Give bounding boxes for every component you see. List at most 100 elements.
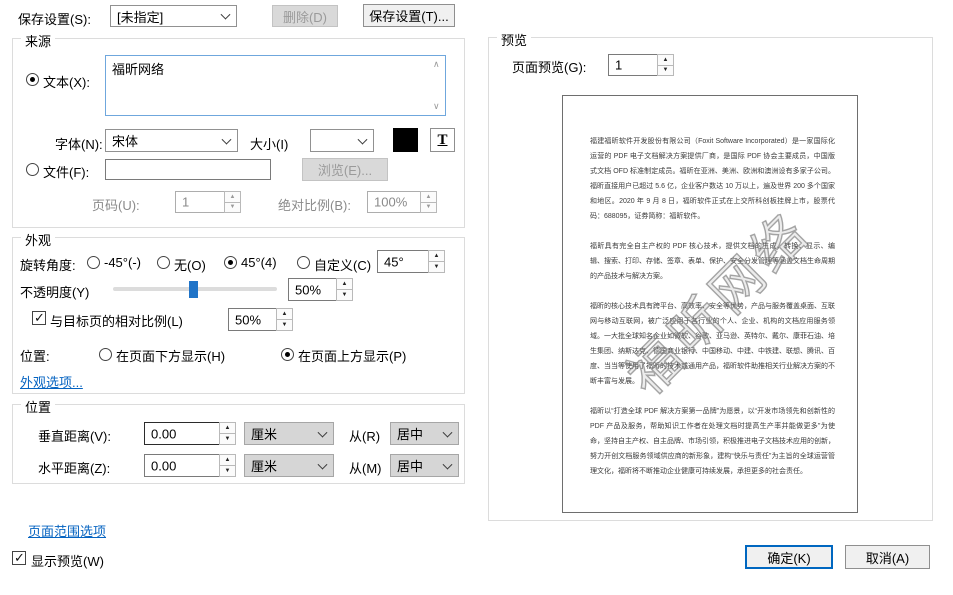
vertical-from-label: 从(R) bbox=[349, 426, 380, 445]
ok-button[interactable]: 确定(K) bbox=[745, 545, 833, 569]
spin-down-icon[interactable] bbox=[657, 66, 674, 77]
absolute-scale-label: 绝对比例(B): bbox=[278, 195, 351, 214]
spin-down-icon[interactable] bbox=[224, 203, 241, 214]
preset-value: [未指定] bbox=[117, 7, 163, 26]
show-preview-checkbox[interactable] bbox=[12, 551, 26, 565]
horizontal-from-select[interactable]: 居中 bbox=[390, 454, 459, 477]
chevron-down-icon bbox=[221, 10, 231, 20]
page-preview-spinner[interactable]: 1 bbox=[608, 54, 674, 76]
rotation-angle-spinner[interactable]: 45° bbox=[377, 250, 445, 273]
appearance-options-link[interactable]: 外观选项... bbox=[20, 372, 83, 391]
opacity-value: 50% bbox=[295, 282, 321, 297]
page-number-label: 页码(U): bbox=[92, 195, 140, 214]
watermark-text-input[interactable]: 福昕网络 ∧ ∨ bbox=[105, 55, 446, 116]
absolute-scale-spinner[interactable]: 100% bbox=[367, 191, 437, 213]
rotation-minus45-radio[interactable] bbox=[87, 256, 100, 269]
spin-up-icon[interactable] bbox=[336, 278, 353, 290]
radio-dot-icon bbox=[30, 77, 35, 82]
file-radio-label: 文件(F): bbox=[43, 162, 89, 181]
relative-scale-checkbox[interactable] bbox=[32, 311, 46, 325]
rotation-minus45-label: -45°(-) bbox=[104, 255, 141, 270]
position-legend: 位置 bbox=[21, 397, 55, 416]
horizontal-from-value: 居中 bbox=[397, 456, 423, 475]
rotation-45-radio[interactable] bbox=[224, 256, 237, 269]
page-number-value: 1 bbox=[182, 195, 189, 210]
appearance-legend: 外观 bbox=[21, 230, 55, 249]
vertical-distance-spinner[interactable]: 0.00 bbox=[144, 422, 236, 445]
watermark-text-value: 福昕网络 bbox=[112, 62, 164, 77]
opacity-spinner[interactable]: 50% bbox=[288, 278, 353, 301]
rotation-angle-value: 45° bbox=[384, 254, 404, 269]
save-settings-button[interactable]: 保存设置(T)... bbox=[363, 4, 455, 27]
chevron-down-icon bbox=[318, 427, 328, 437]
opacity-label: 不透明度(Y) bbox=[20, 282, 89, 301]
position-below-label: 在页面下方显示(H) bbox=[116, 346, 225, 365]
spin-up-icon[interactable] bbox=[219, 422, 236, 434]
text-style-button[interactable]: T bbox=[430, 128, 455, 152]
delete-button[interactable]: 删除(D) bbox=[272, 5, 338, 27]
rotation-45-label: 45°(4) bbox=[241, 255, 277, 270]
position-below-radio[interactable] bbox=[99, 348, 112, 361]
vertical-from-value: 居中 bbox=[397, 424, 423, 443]
rotation-none-label: 无(O) bbox=[174, 255, 206, 274]
watermark-dialog: 保存设置(S): [未指定] 删除(D) 保存设置(T)... 来源 文本(X)… bbox=[0, 0, 953, 595]
horizontal-unit-select[interactable]: 厘米 bbox=[244, 454, 334, 477]
scroll-up-icon[interactable]: ∧ bbox=[433, 60, 442, 69]
chevron-down-icon bbox=[443, 427, 453, 437]
rotation-label: 旋转角度: bbox=[20, 255, 76, 274]
spin-up-icon[interactable] bbox=[219, 454, 236, 466]
color-swatch[interactable] bbox=[393, 128, 418, 152]
vertical-distance-value: 0.00 bbox=[151, 426, 176, 441]
rotation-custom-radio[interactable] bbox=[297, 256, 310, 269]
chevron-down-icon bbox=[222, 134, 232, 144]
horizontal-distance-spinner[interactable]: 0.00 bbox=[144, 454, 236, 477]
spin-up-icon[interactable] bbox=[224, 191, 241, 203]
vertical-from-select[interactable]: 居中 bbox=[390, 422, 459, 445]
scroll-down-icon[interactable]: ∨ bbox=[433, 102, 442, 111]
relative-scale-spinner[interactable]: 50% bbox=[228, 308, 293, 331]
spin-down-icon[interactable] bbox=[428, 262, 445, 273]
page-preview-value: 1 bbox=[615, 58, 622, 73]
opacity-slider-handle[interactable] bbox=[189, 281, 198, 298]
vertical-unit-select[interactable]: 厘米 bbox=[244, 422, 334, 445]
spin-down-icon[interactable] bbox=[219, 466, 236, 477]
spin-down-icon[interactable] bbox=[219, 434, 236, 445]
font-value: 宋体 bbox=[112, 131, 138, 150]
spin-up-icon[interactable] bbox=[657, 54, 674, 66]
spin-up-icon[interactable] bbox=[276, 308, 293, 320]
chevron-down-icon bbox=[443, 459, 453, 469]
preset-select[interactable]: [未指定] bbox=[110, 5, 237, 27]
size-select[interactable] bbox=[310, 129, 374, 152]
spin-down-icon[interactable] bbox=[276, 320, 293, 331]
vertical-distance-label: 垂直距离(V): bbox=[38, 426, 111, 445]
relative-scale-value: 50% bbox=[235, 312, 261, 327]
position-above-label: 在页面上方显示(P) bbox=[298, 346, 406, 365]
layer-position-label: 位置: bbox=[20, 346, 50, 365]
horizontal-from-label: 从(M) bbox=[349, 458, 382, 477]
preview-page: 福建福昕软件开发股份有限公司（Foxit Software Incorporat… bbox=[562, 95, 858, 513]
vertical-unit-value: 厘米 bbox=[251, 424, 277, 443]
spin-down-icon[interactable] bbox=[420, 203, 437, 214]
horizontal-unit-value: 厘米 bbox=[251, 456, 277, 475]
font-select[interactable]: 宋体 bbox=[105, 129, 238, 152]
radio-dot-icon bbox=[228, 260, 233, 265]
file-radio[interactable] bbox=[26, 163, 39, 176]
text-radio-label: 文本(X): bbox=[43, 72, 90, 91]
spin-up-icon[interactable] bbox=[420, 191, 437, 203]
radio-dot-icon bbox=[285, 352, 290, 357]
relative-scale-label: 与目标页的相对比例(L) bbox=[50, 311, 183, 330]
rotation-custom-label: 自定义(C) bbox=[314, 255, 371, 274]
text-radio[interactable] bbox=[26, 73, 39, 86]
browse-button[interactable]: 浏览(E)... bbox=[302, 158, 388, 181]
file-path-input[interactable] bbox=[105, 159, 271, 180]
show-preview-label: 显示预览(W) bbox=[31, 551, 104, 570]
page-number-spinner[interactable]: 1 bbox=[175, 191, 241, 213]
page-preview-label: 页面预览(G): bbox=[512, 57, 586, 76]
rotation-none-radio[interactable] bbox=[157, 256, 170, 269]
spin-up-icon[interactable] bbox=[428, 250, 445, 262]
cancel-button[interactable]: 取消(A) bbox=[845, 545, 930, 569]
position-above-radio[interactable] bbox=[281, 348, 294, 361]
page-range-options-link[interactable]: 页面范围选项 bbox=[28, 521, 106, 540]
spin-down-icon[interactable] bbox=[336, 290, 353, 301]
chevron-down-icon bbox=[358, 134, 368, 144]
